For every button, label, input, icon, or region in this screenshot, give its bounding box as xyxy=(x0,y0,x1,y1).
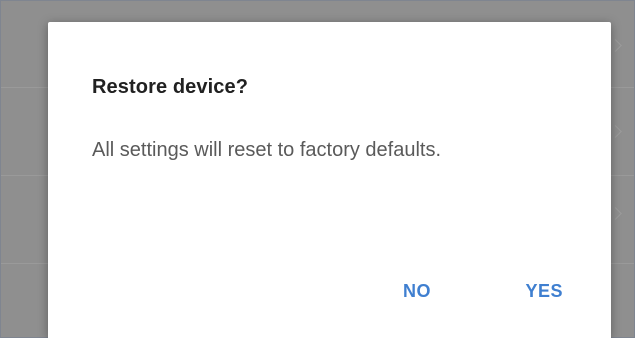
chevron-right-icon xyxy=(609,207,622,220)
restore-device-dialog: Restore device? All settings will reset … xyxy=(48,22,611,338)
no-button[interactable]: NO xyxy=(403,281,431,302)
dialog-title: Restore device? xyxy=(92,76,249,98)
chevron-right-icon xyxy=(609,125,622,138)
dialog-message: All settings will reset to factory defau… xyxy=(92,139,442,161)
yes-button[interactable]: YES xyxy=(525,281,563,302)
chevron-right-icon xyxy=(609,39,622,52)
